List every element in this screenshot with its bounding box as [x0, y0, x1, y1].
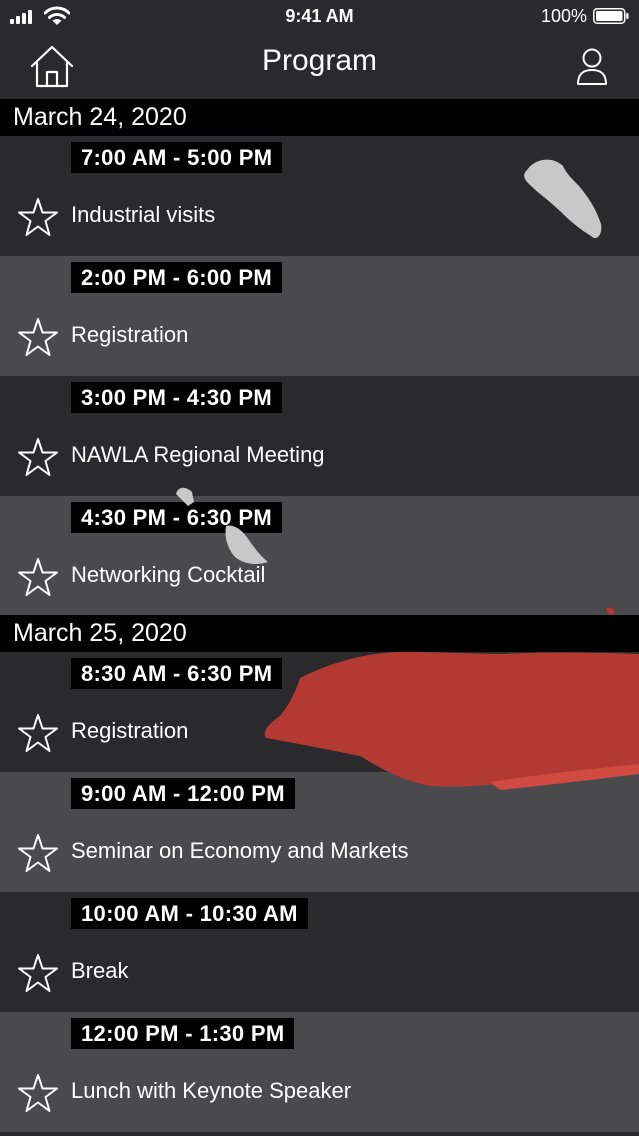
session-time: 2:00 PM - 6:00 PM	[71, 262, 282, 293]
star-outline-icon[interactable]	[16, 952, 60, 996]
star-outline-icon[interactable]	[16, 712, 60, 756]
session-title: Lunch with Keynote Speaker	[71, 1078, 352, 1103]
nav-bar: Program	[0, 32, 639, 98]
star-outline-icon[interactable]	[16, 436, 60, 480]
star-outline-icon[interactable]	[16, 1072, 60, 1116]
session-time: 7:00 AM - 5:00 PM	[71, 142, 283, 173]
session-row[interactable]: 4:30 PM - 6:30 PM Networking Cocktail	[0, 496, 639, 616]
session-title: Seminar on Economy and Markets	[71, 838, 409, 863]
day-date: March 24, 2020	[13, 103, 187, 131]
battery-icon	[593, 8, 629, 24]
session-time: 10:00 AM - 10:30 AM	[71, 898, 308, 929]
star-outline-icon[interactable]	[16, 316, 60, 360]
session-time: 12:00 PM - 1:30 PM	[71, 1018, 295, 1049]
session-title: Break	[71, 958, 129, 983]
program-screen: 9:41 AM 100% Program March 24, 2020 7:00…	[0, 0, 639, 1136]
session-row[interactable]: 12:00 PM - 1:30 PM Lunch with Keynote Sp…	[0, 1012, 639, 1132]
session-title: Industrial visits	[71, 202, 216, 227]
session-time: 8:30 AM - 6:30 PM	[71, 658, 283, 689]
session-title: Registration	[71, 718, 189, 743]
session-row[interactable]: 10:00 AM - 10:30 AM Break	[0, 892, 639, 1012]
session-title: Networking Cocktail	[71, 562, 266, 587]
session-row[interactable]: 2:00 PM - 6:00 PM Registration	[0, 256, 639, 376]
battery-percentage: 100%	[540, 6, 587, 26]
day-header: March 24, 2020	[0, 99, 639, 136]
session-time: 3:00 PM - 4:30 PM	[71, 382, 282, 413]
session-row[interactable]: 3:00 PM - 4:30 PM NAWLA Regional Meeting	[0, 376, 639, 496]
star-outline-icon[interactable]	[16, 832, 60, 876]
star-outline-icon[interactable]	[16, 196, 60, 240]
profile-icon[interactable]	[570, 44, 614, 88]
page-title: Program	[261, 44, 378, 77]
day-date: March 25, 2020	[13, 619, 187, 647]
status-bar: 9:41 AM 100%	[0, 0, 639, 32]
session-row[interactable]: 8:30 AM - 6:30 PM Registration	[0, 652, 639, 772]
session-row[interactable]: 9:00 AM - 12:00 PM Seminar on Economy an…	[0, 772, 639, 892]
day-header: March 25, 2020	[0, 615, 639, 652]
session-title: Registration	[71, 322, 189, 347]
session-time: 9:00 AM - 12:00 PM	[71, 778, 295, 809]
star-outline-icon[interactable]	[16, 556, 60, 600]
session-title: NAWLA Regional Meeting	[71, 442, 325, 467]
session-row[interactable]: 7:00 AM - 5:00 PM Industrial visits	[0, 136, 639, 256]
session-time: 4:30 PM - 6:30 PM	[71, 502, 282, 533]
